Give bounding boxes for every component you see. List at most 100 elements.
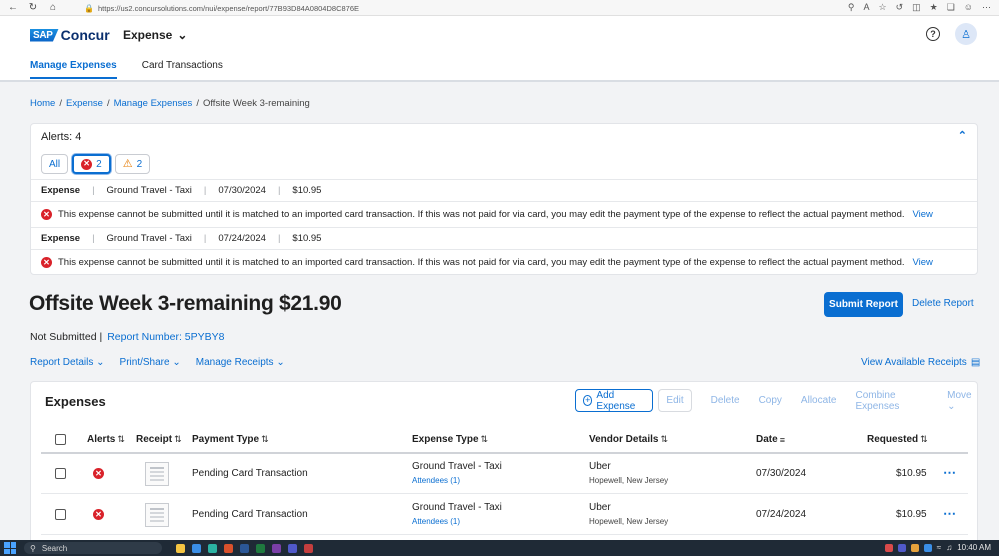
- combine-expenses-button[interactable]: Combine Expenses: [856, 390, 929, 412]
- volume-icon[interactable]: ♫: [946, 543, 952, 552]
- report-number: Report Number: 5PYBY8: [107, 331, 225, 343]
- edge-icon[interactable]: [208, 543, 217, 553]
- pdf-icon[interactable]: [304, 543, 313, 553]
- breadcrumb-home[interactable]: Home: [30, 98, 55, 109]
- tab-card-transactions[interactable]: Card Transactions: [142, 60, 223, 79]
- add-expense-button[interactable]: + Add Expense: [575, 389, 654, 412]
- column-expense-type[interactable]: Expense Type ⇅: [412, 434, 488, 445]
- row-checkbox[interactable]: [55, 509, 66, 520]
- row-checkbox[interactable]: [55, 468, 66, 479]
- report-details-label: Report Details: [30, 357, 94, 368]
- alert-view-link[interactable]: View: [913, 257, 933, 268]
- file-explorer-icon[interactable]: [176, 543, 185, 553]
- alert-label: Expense: [41, 185, 81, 196]
- split-screen-icon[interactable]: ◫: [912, 2, 921, 13]
- collapse-chevron-up-icon[interactable]: ⌃: [958, 129, 967, 142]
- tray-icon[interactable]: [923, 543, 932, 552]
- menu-dots-icon[interactable]: ⋯: [982, 2, 991, 13]
- table-row[interactable]: ✕ Pending Card Transaction Ground Travel…: [41, 495, 968, 535]
- read-aloud-icon[interactable]: A: [863, 2, 869, 13]
- attendees-link[interactable]: Attendees (1): [412, 476, 502, 485]
- submit-report-button[interactable]: Submit Report: [824, 292, 903, 317]
- collections-icon[interactable]: ❏: [947, 2, 955, 13]
- vendor-name: Uber: [589, 502, 611, 513]
- expenses-title: Expenses: [45, 394, 106, 409]
- column-vendor-details[interactable]: Vendor Details ⇅: [589, 434, 668, 445]
- divider: |: [277, 185, 281, 196]
- column-date[interactable]: Date ≡: [756, 434, 785, 445]
- home-icon[interactable]: ⌂: [46, 1, 60, 15]
- system-tray: ≈ ♫ 10:40 AM: [884, 543, 991, 552]
- tab-manage-expenses[interactable]: Manage Expenses: [30, 60, 117, 79]
- taskbar-search[interactable]: ⚲ Search: [24, 542, 162, 554]
- column-alerts[interactable]: Alerts ⇅: [87, 434, 125, 445]
- back-icon[interactable]: ←: [6, 1, 20, 15]
- concur-logo[interactable]: SAP Concur: [30, 27, 110, 43]
- address-bar[interactable]: 🔒 https://us2.concursolutions.com/nui/ex…: [84, 2, 964, 14]
- print-share-menu[interactable]: Print/Share ⌄: [120, 357, 181, 368]
- column-payment-type[interactable]: Payment Type ⇅: [192, 434, 269, 445]
- refresh-ext-icon[interactable]: ↺: [896, 2, 904, 13]
- help-icon[interactable]: ?: [926, 27, 940, 41]
- payment-type-cell: Pending Card Transaction: [192, 468, 308, 479]
- vendor-name: Uber: [589, 461, 611, 472]
- favorite-star-icon[interactable]: ☆: [879, 2, 887, 13]
- breadcrumb-sep: /: [106, 98, 110, 109]
- reload-icon[interactable]: ↻: [26, 1, 40, 15]
- more-actions-icon[interactable]: ⋯: [943, 465, 957, 480]
- manage-receipts-menu[interactable]: Manage Receipts ⌄: [196, 357, 285, 368]
- windows-start-icon[interactable]: [4, 542, 16, 554]
- table-row[interactable]: ✕ Pending Card Transaction Ground Travel…: [41, 454, 968, 494]
- zoom-icon[interactable]: ⚲: [848, 2, 855, 13]
- more-actions-icon[interactable]: ⋯: [943, 506, 957, 521]
- delete-report-button[interactable]: Delete Report: [912, 298, 974, 309]
- error-count: 2: [96, 158, 102, 170]
- error-icon: ✕: [41, 257, 52, 268]
- app-icon[interactable]: [224, 543, 233, 553]
- add-expense-label: Add Expense: [596, 389, 636, 412]
- edit-button[interactable]: Edit: [658, 389, 692, 412]
- column-expense-type-label: Expense Type: [412, 434, 479, 445]
- report-details-menu[interactable]: Report Details ⌄: [30, 357, 105, 368]
- alert-message-text: This expense cannot be submitted until i…: [58, 257, 905, 268]
- product-switcher[interactable]: Expense ⌄: [123, 28, 187, 42]
- filter-errors-button[interactable]: ✕ 2: [72, 154, 111, 174]
- breadcrumb-expense[interactable]: Expense: [66, 98, 103, 109]
- divider: |: [92, 233, 95, 244]
- sort-icon: ⇅: [261, 434, 269, 444]
- tray-icon[interactable]: [910, 543, 919, 552]
- sort-desc-icon: ≡: [779, 434, 785, 445]
- receipt-thumbnail[interactable]: [145, 462, 169, 486]
- report-status: Not Submitted |: [30, 331, 103, 343]
- allocate-button[interactable]: Allocate: [801, 395, 837, 406]
- view-available-receipts-link[interactable]: View Available Receipts ▤: [861, 357, 980, 368]
- alert-view-link[interactable]: View: [913, 209, 933, 220]
- receipt-thumbnail[interactable]: [145, 503, 169, 527]
- column-requested[interactable]: Requested ⇅: [867, 434, 928, 445]
- word-icon[interactable]: [240, 543, 249, 553]
- favorites-icon[interactable]: ★: [930, 2, 938, 13]
- onenote-icon[interactable]: [272, 543, 281, 553]
- profile-icon[interactable]: ☺: [964, 2, 973, 13]
- wifi-icon[interactable]: ≈: [937, 543, 941, 552]
- tray-icon[interactable]: [897, 543, 906, 552]
- alert-message: ✕ This expense cannot be submitted until…: [31, 249, 977, 275]
- column-receipt[interactable]: Receipt ⇅: [136, 434, 182, 445]
- skype-icon[interactable]: [192, 543, 201, 553]
- move-menu[interactable]: Move ⌄: [947, 390, 977, 412]
- attendees-link[interactable]: Attendees (1): [412, 517, 502, 526]
- teams-icon[interactable]: [288, 543, 297, 553]
- clock[interactable]: 10:40 AM: [957, 543, 991, 552]
- filter-all-button[interactable]: All: [41, 154, 69, 174]
- copy-button[interactable]: Copy: [759, 395, 782, 406]
- vendor-location: Hopewell, New Jersey: [589, 476, 669, 485]
- filter-warnings-button[interactable]: ⚠ 2: [114, 154, 151, 174]
- select-all-checkbox[interactable]: [55, 434, 66, 445]
- tray-icon[interactable]: [884, 543, 893, 552]
- column-receipt-label: Receipt: [136, 434, 173, 445]
- taskbar-apps: [176, 543, 313, 553]
- excel-icon[interactable]: [256, 543, 265, 553]
- user-avatar[interactable]: ♙: [955, 23, 977, 45]
- breadcrumb-manage-expenses[interactable]: Manage Expenses: [114, 98, 193, 109]
- delete-button[interactable]: Delete: [711, 395, 740, 406]
